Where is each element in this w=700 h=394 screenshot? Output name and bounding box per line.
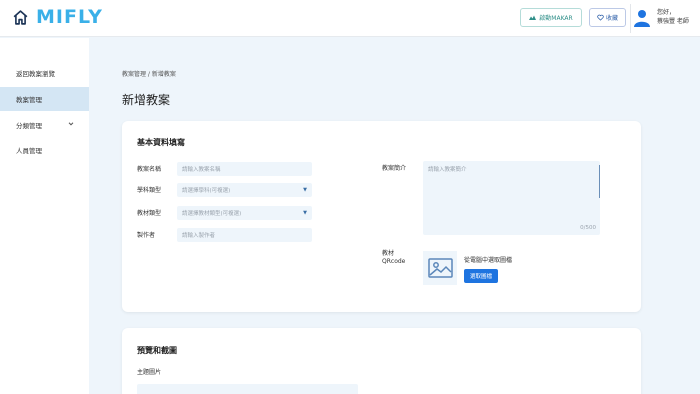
greeting-text: 您好， — [657, 9, 676, 16]
subject-type-placeholder: 請選擇學科(可複選) — [182, 188, 231, 194]
launch-makar-button[interactable]: 啟動MAKAR — [520, 8, 582, 27]
subject-type-select[interactable]: 請選擇學科(可複選) ▼ — [177, 183, 312, 197]
sidebar: 返回教案瀏覽 教案管理 分類管理 人員管理 — [0, 38, 89, 394]
caret-down-icon: ▼ — [303, 187, 307, 193]
chevron-down-icon — [68, 122, 74, 126]
caret-down-icon: ▼ — [303, 210, 307, 216]
image-icon — [427, 258, 453, 278]
lesson-intro-placeholder: 請輸入教案簡介 — [428, 167, 467, 173]
material-type-select[interactable]: 請選擇教材類型(可複選) ▼ — [177, 206, 312, 220]
breadcrumb: 教案管理 / 新增教案 — [122, 71, 176, 78]
lesson-name-input[interactable]: 請輸入教案名稱 — [177, 162, 312, 176]
material-type-label: 教材類型 — [137, 210, 162, 217]
qrcode-label-line1: 教材 — [382, 250, 395, 257]
sidebar-item-lesson-management[interactable]: 教案管理 — [0, 87, 89, 111]
logo[interactable]: MIFLY — [36, 6, 103, 28]
author-placeholder: 請輸入製作者 — [182, 233, 216, 239]
qrcode-hint: 從電腦中選取圖檔 — [464, 257, 513, 264]
top-bar: MIFLY 啟動MAKAR 收藏 您好， 蔡強豐 老師 — [0, 0, 700, 37]
char-counter: 0/500 — [580, 225, 596, 231]
home-icon[interactable] — [12, 9, 29, 26]
launch-makar-label: 啟動MAKAR — [539, 15, 573, 22]
author-label: 製作者 — [137, 232, 156, 239]
sidebar-item-label: 人員管理 — [16, 147, 42, 155]
preview-card: 預覽和截圖 主題圖片 — [122, 328, 641, 394]
select-image-button[interactable]: 選取圖檔 — [464, 269, 498, 283]
sidebar-item-back-to-lessons[interactable]: 返回教案瀏覽 — [0, 61, 89, 85]
material-type-placeholder: 請選擇教材類型(可複選) — [182, 211, 242, 217]
qrcode-label-line2: QRcode — [382, 258, 406, 265]
sidebar-item-label: 分類管理 — [16, 122, 42, 130]
qrcode-image-placeholder — [423, 251, 457, 285]
sidebar-item-label: 返回教案瀏覽 — [16, 70, 55, 78]
sidebar-item-label: 教案管理 — [16, 96, 42, 104]
lesson-name-label: 教案名稱 — [137, 166, 162, 173]
sidebar-item-category-management[interactable]: 分類管理 — [0, 113, 89, 137]
text-cursor — [599, 165, 600, 198]
basic-info-card: 基本資料填寫 教案名稱 請輸入教案名稱 學科類型 請選擇學科(可複選) ▼ 教材… — [122, 121, 641, 312]
avatar[interactable] — [634, 9, 650, 27]
lesson-intro-textarea[interactable]: 請輸入教案簡介 0/500 — [423, 161, 600, 235]
mountain-icon — [529, 15, 537, 20]
lesson-name-placeholder: 請輸入教案名稱 — [182, 167, 221, 173]
user-name: 蔡強豐 老師 — [657, 18, 689, 25]
lesson-intro-label: 教案簡介 — [382, 165, 407, 172]
qrcode-label: 教材 QRcode — [382, 250, 405, 266]
theme-image-field[interactable] — [137, 384, 358, 394]
preview-title: 預覽和截圖 — [137, 346, 177, 355]
theme-image-label: 主題圖片 — [137, 369, 162, 376]
heart-icon — [597, 14, 604, 21]
page-title: 新增教案 — [122, 93, 171, 107]
subject-type-label: 學科類型 — [137, 187, 162, 194]
basic-info-title: 基本資料填寫 — [137, 138, 185, 147]
favorites-button[interactable]: 收藏 — [589, 8, 626, 27]
favorites-label: 收藏 — [605, 15, 618, 22]
header-divider — [630, 4, 631, 33]
sidebar-item-people-management[interactable]: 人員管理 — [0, 138, 89, 162]
user-info: 您好， 蔡強豐 老師 — [657, 8, 689, 26]
author-input[interactable]: 請輸入製作者 — [177, 228, 312, 242]
